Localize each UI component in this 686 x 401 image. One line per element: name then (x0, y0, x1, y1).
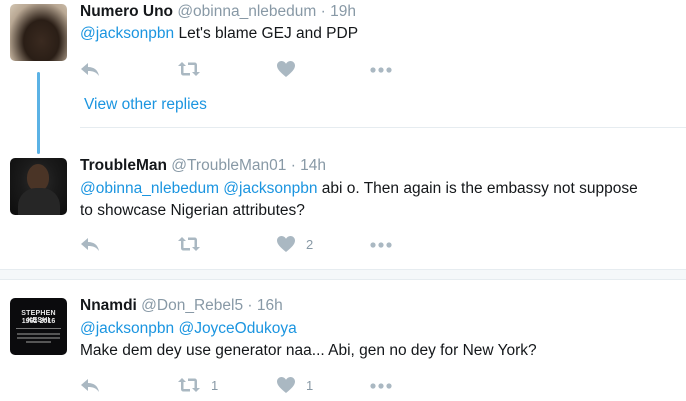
handle[interactable]: @TroubleMan01 (171, 157, 286, 174)
tweet-text: @jacksonpbn Let's blame GEJ and PDP (80, 23, 675, 45)
mention-link[interactable]: @jacksonpbn @JoyceOdukoya (80, 320, 297, 337)
mention-link[interactable]: @jacksonpbn (80, 25, 174, 42)
reply-icon (80, 60, 100, 78)
retweet-icon (177, 235, 201, 253)
more-button[interactable] (369, 235, 393, 253)
timestamp[interactable]: · 16h (247, 297, 282, 314)
like-count: 1 (306, 377, 314, 393)
avatar-text-line-2: 1962-2016 (21, 318, 56, 325)
avatar[interactable] (10, 4, 67, 61)
reply-button[interactable] (80, 376, 100, 394)
tweet-header: TroubleMan @TroubleMan01 · 14h (80, 157, 326, 175)
tweet-body: Make dem dey use generator naa... Abi, g… (80, 342, 537, 359)
reply-icon (80, 376, 100, 394)
reply-icon (80, 235, 100, 253)
display-name[interactable]: TroubleMan (80, 157, 167, 174)
view-other-replies-link[interactable]: View other replies (84, 96, 207, 114)
thread-connector-line (37, 72, 40, 154)
conversation-separator (0, 269, 686, 280)
tweet-body: Let's blame GEJ and PDP (174, 25, 359, 42)
more-icon (369, 376, 393, 394)
heart-icon (276, 376, 296, 394)
retweet-icon (177, 60, 201, 78)
more-button[interactable] (369, 60, 393, 78)
tweet-2[interactable]: TroubleMan @TroubleMan01 · 14h @obinna_n… (0, 150, 686, 265)
retweet-button[interactable]: 1 (177, 376, 218, 394)
tweet-body-line-2: to showcase Nigerian attributes? (80, 202, 305, 219)
tweet-text: @obinna_nlebedum @jacksonpbn abi o. Then… (80, 178, 675, 222)
retweet-count: 1 (211, 377, 219, 393)
handle[interactable]: @obinna_nlebedum (177, 3, 316, 20)
tweet-header: Numero Uno @obinna_nlebedum · 19h (80, 3, 356, 21)
heart-icon (276, 235, 296, 253)
like-button[interactable]: 1 (276, 376, 313, 394)
like-button[interactable] (276, 60, 296, 78)
reply-button[interactable] (80, 235, 100, 253)
divider (80, 127, 686, 128)
tweet-body: abi o. Then again is the embassy not sup… (317, 180, 638, 197)
avatar[interactable]: STEPHEN KESHI 1962-2016 (10, 298, 67, 355)
display-name[interactable]: Nnamdi (80, 297, 137, 314)
like-count: 2 (306, 236, 314, 252)
more-icon (369, 60, 393, 78)
tweet-text: @jacksonpbn @JoyceOdukoya Make dem dey u… (80, 318, 675, 362)
timestamp[interactable]: · 19h (321, 3, 356, 20)
mention-link[interactable]: @obinna_nlebedum @jacksonpbn (80, 180, 317, 197)
handle[interactable]: @Don_Rebel5 (141, 297, 243, 314)
display-name[interactable]: Numero Uno (80, 3, 173, 20)
timestamp[interactable]: · 14h (291, 157, 326, 174)
more-icon (369, 235, 393, 253)
reply-button[interactable] (80, 60, 100, 78)
like-button[interactable]: 2 (276, 235, 313, 253)
more-button[interactable] (369, 376, 393, 394)
heart-icon (276, 60, 296, 78)
retweet-button[interactable] (177, 235, 201, 253)
retweet-icon (177, 376, 201, 394)
tweet-header: Nnamdi @Don_Rebel5 · 16h (80, 297, 283, 315)
avatar[interactable] (10, 158, 67, 215)
retweet-button[interactable] (177, 60, 201, 78)
tweet-3[interactable]: STEPHEN KESHI 1962-2016 Nnamdi @Don_Rebe… (0, 290, 686, 401)
